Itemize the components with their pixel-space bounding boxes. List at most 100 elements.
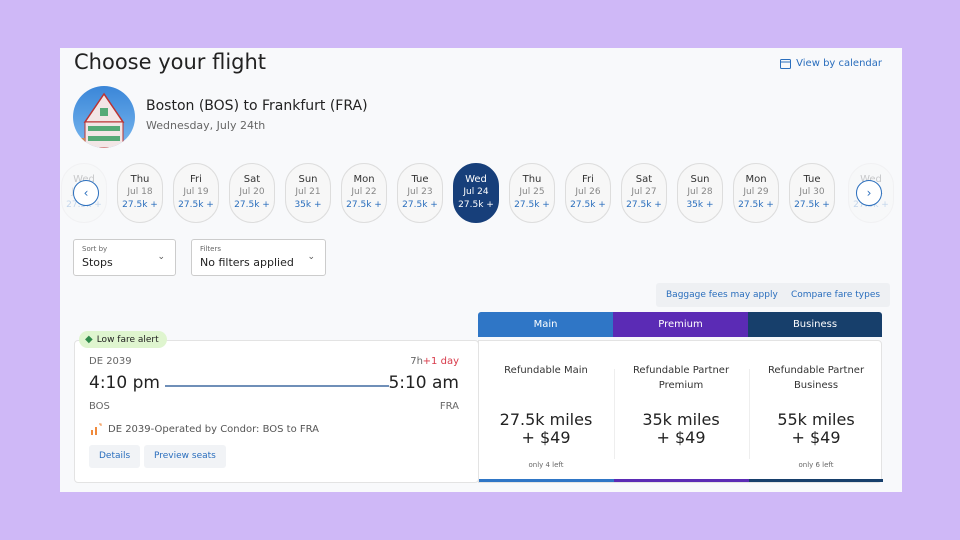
fare-option-main[interactable]: Refundable Main 27.5k miles + $49 only 4… [479,341,613,469]
flight-card: DE 2039 7h +1 day 4:10 pm 5:10 am BOS FR… [74,340,479,483]
date-date: Jul 24 [463,187,489,197]
date-day: Mon [353,174,375,185]
fare-cash: + $49 [656,428,706,447]
flight-page: Choose your flight View by calendar Bost… [60,48,902,492]
fare-miles: 55k miles [777,410,855,429]
date-option[interactable]: Sun Jul 28 35k + [677,163,723,223]
date-option[interactable]: Sun Jul 21 35k + [285,163,331,223]
date-day: Wed [465,174,487,185]
date-day: Sun [298,174,318,185]
date-date: Jul 18 [127,187,153,197]
date-date: Jul 28 [687,187,713,197]
next-dates-button[interactable]: › [856,180,882,206]
fare-cash: + $49 [791,428,841,447]
date-day: Sat [635,174,653,185]
date-price: 27.5k + [234,200,270,210]
chevron-left-icon: ‹ [83,186,89,200]
date-day: Fri [190,174,202,185]
tag-icon: ◆ [85,334,93,345]
date-option[interactable]: Mon Jul 22 27.5k + [341,163,387,223]
day-offset: +1 day [422,356,459,367]
date-day: Tue [803,174,821,185]
date-date: Jul 26 [575,187,601,197]
view-by-calendar-link[interactable]: View by calendar [780,58,882,69]
fare-cash: + $49 [521,428,571,447]
flight-line [165,385,389,387]
flight-number: DE 2039 [89,356,132,367]
date-option[interactable]: Fri Jul 26 27.5k + [565,163,611,223]
fare-options: Refundable Main 27.5k miles + $49 only 4… [478,340,883,483]
date-option[interactable]: Wed Jul 24 27.5k + [453,163,499,223]
date-date: Jul 30 [799,187,825,197]
date-price: 27.5k + [570,200,606,210]
fare-name: Refundable Partner Premium [632,365,730,391]
date-day: Sun [690,174,710,185]
date-date: Jul 22 [351,187,377,197]
date-price: 27.5k + [626,200,662,210]
compare-fare-types-button[interactable]: Compare fare types [781,283,891,307]
date-day: Thu [522,174,542,185]
date-date: Jul 21 [295,187,321,197]
chevron-down-icon: ⌄ [157,252,165,262]
date-day: Sat [243,174,261,185]
filters-value: No filters applied [200,256,294,269]
date-date: Jul 19 [183,187,209,197]
baggage-fees-button[interactable]: Baggage fees may apply [656,283,788,307]
date-date: Jul 23 [407,187,433,197]
date-option[interactable]: Thu Jul 25 27.5k + [509,163,555,223]
date-option[interactable]: Sat Jul 27 27.5k + [621,163,667,223]
filters-label: Filters [200,245,221,253]
date-price: 27.5k + [458,200,494,210]
date-price: 27.5k + [794,200,830,210]
date-option[interactable]: Sat Jul 20 27.5k + [229,163,275,223]
cabin-tab-main[interactable]: Main [478,312,613,337]
chevron-down-icon: ⌄ [307,252,315,262]
filters-dropdown[interactable]: Filters No filters applied ⌄ [191,239,326,276]
fare-name: Refundable Main [504,365,588,376]
condor-logo-icon [91,423,102,435]
date-option[interactable]: Mon Jul 29 27.5k + [733,163,779,223]
details-button[interactable]: Details [89,445,141,468]
destination-image [73,86,135,148]
date-option[interactable]: Thu Jul 18 27.5k + [117,163,163,223]
travel-date: Wednesday, July 24th [146,119,266,132]
date-price: 27.5k + [514,200,550,210]
calendar-icon [780,59,792,69]
date-price: 27.5k + [122,200,158,210]
route-title: Boston (BOS) to Frankfurt (FRA) [146,98,368,114]
seats-left: only 6 left [798,461,834,469]
low-fare-alert-badge: ◆ Low fare alert [79,331,167,348]
main-accent-bar [479,479,614,482]
date-price: 27.5k + [178,200,214,210]
origin-code: BOS [89,401,110,412]
previous-dates-button[interactable]: ‹ [73,180,99,206]
operated-by: DE 2039-Operated by Condor: BOS to FRA [108,423,320,435]
date-option[interactable]: Tue Jul 30 27.5k + [789,163,835,223]
flight-duration: 7h [410,356,423,367]
date-price: 27.5k + [738,200,774,210]
chevron-right-icon: › [866,186,872,200]
fare-option-premium[interactable]: Refundable Partner Premium 35k miles + $… [614,341,748,461]
fare-miles: 35k miles [642,410,720,429]
date-date: Jul 29 [743,187,769,197]
view-by-calendar-label: View by calendar [796,58,882,69]
premium-accent-bar [614,479,749,482]
destination-code: FRA [439,401,459,412]
date-price: 27.5k + [346,200,382,210]
fare-option-business[interactable]: Refundable Partner Business 55k miles + … [749,341,883,469]
preview-seats-button[interactable]: Preview seats [144,445,226,468]
business-accent-bar [749,479,883,482]
date-day: Mon [745,174,767,185]
cabin-tab-business[interactable]: Business [748,312,882,337]
date-option[interactable]: Tue Jul 23 27.5k + [397,163,443,223]
cabin-tab-premium[interactable]: Premium [613,312,748,337]
fare-name: Refundable Partner Business [767,365,865,391]
date-option[interactable]: Fri Jul 19 27.5k + [173,163,219,223]
seats-left: only 4 left [528,461,564,469]
date-price: 27.5k + [402,200,438,210]
date-date: Jul 20 [239,187,265,197]
date-price: 35k + [686,200,714,210]
sort-by-dropdown[interactable]: Sort by Stops ⌄ [73,239,176,276]
departure-time: 4:10 pm [89,373,160,393]
date-day: Fri [582,174,594,185]
